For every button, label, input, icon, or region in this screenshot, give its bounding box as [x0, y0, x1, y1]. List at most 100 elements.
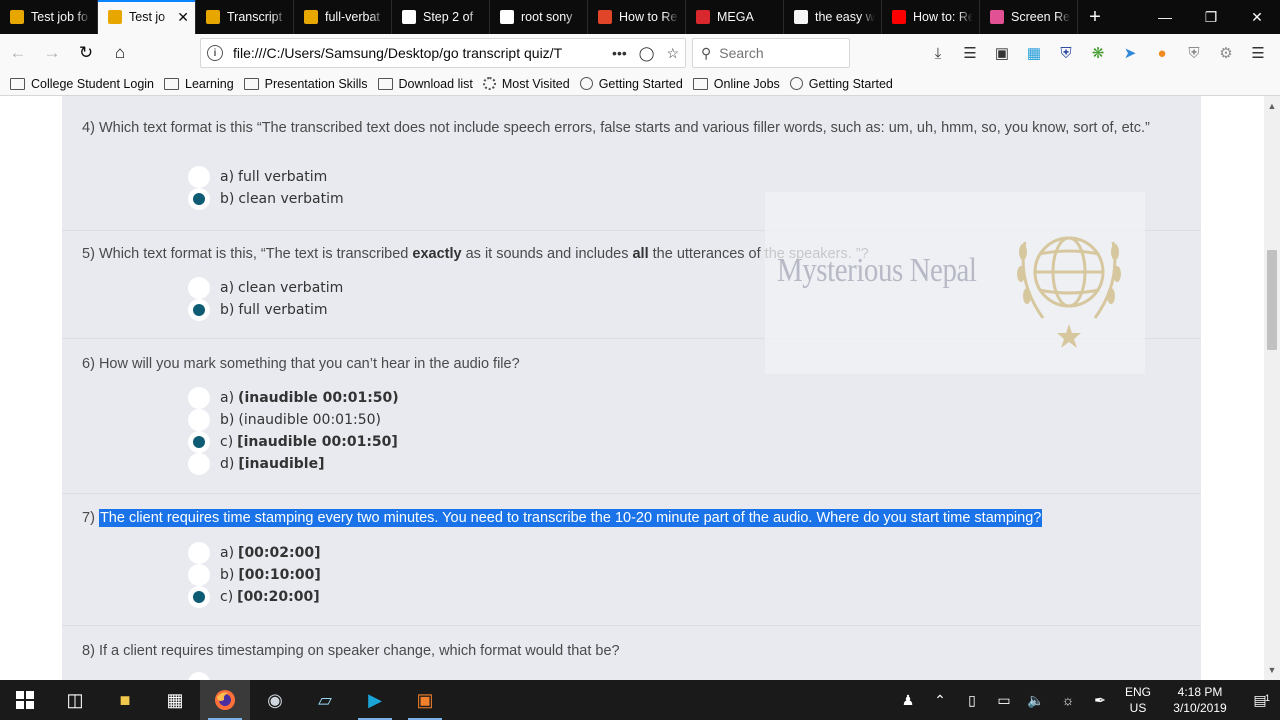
browser-tab[interactable]: How to Re	[588, 0, 686, 34]
browser-tab[interactable]: Test job fo	[0, 0, 98, 34]
radio-button[interactable]	[188, 564, 210, 586]
app-cd-icon[interactable]: ◉	[250, 680, 300, 720]
answer-option[interactable]: c) [00:20:00]	[188, 586, 320, 608]
usb-icon[interactable]: ▯	[956, 692, 988, 709]
address-bar[interactable]: i file:///C:/Users/Samsung/Desktop/go tr…	[200, 38, 686, 68]
scroll-down-icon[interactable]: ▼	[1264, 662, 1280, 678]
bird-extension-icon[interactable]: ➤	[1114, 44, 1146, 62]
radio-button[interactable]	[188, 453, 210, 475]
page-actions-icon[interactable]: •••	[612, 45, 627, 62]
notifications-icon[interactable]: ▤ 1	[1240, 692, 1280, 709]
calculator-icon[interactable]: ▦	[150, 680, 200, 720]
radio-button-selected[interactable]	[188, 586, 210, 608]
home-icon[interactable]: ⌂	[104, 37, 136, 69]
radio-button[interactable]	[188, 387, 210, 409]
answer-option[interactable]: b) full verbatim	[188, 299, 328, 321]
window-controls: — ❐ ✕	[1142, 0, 1280, 34]
radio-button[interactable]	[188, 166, 210, 188]
volume-icon[interactable]: 🔈	[1020, 692, 1052, 709]
radio-button[interactable]	[188, 542, 210, 564]
browser-tab[interactable]: the easy w	[784, 0, 882, 34]
selected-question-text[interactable]: The client requires time stamping every …	[98, 509, 1043, 527]
screen-recorder-icon[interactable]: ▶	[350, 680, 400, 720]
battery-icon[interactable]: ▭	[988, 692, 1020, 709]
start-icon[interactable]	[0, 680, 50, 720]
browser-tab[interactable]: Step 2 of	[392, 0, 490, 34]
answer-option[interactable]: d) [inaudible]	[188, 453, 324, 475]
close-tab-icon[interactable]: ✕	[177, 9, 189, 26]
firefox-icon[interactable]	[200, 680, 250, 720]
bookmark-item[interactable]: Download list	[377, 77, 473, 91]
bookmark-item[interactable]: Getting Started	[579, 77, 683, 91]
scrollbar-thumb[interactable]	[1267, 250, 1277, 350]
answer-option[interactable]: a) clean verbatim	[188, 277, 343, 299]
bookmark-item[interactable]: Learning	[164, 77, 234, 91]
browser-tab[interactable]: Transcript	[196, 0, 294, 34]
table-icon	[402, 10, 416, 24]
shield-extension-icon[interactable]: ⛨	[1050, 45, 1082, 62]
browser-tab[interactable]: Test jo ✕	[98, 0, 196, 34]
radio-button[interactable]	[188, 277, 210, 299]
bookmark-item[interactable]: Getting Started	[789, 77, 893, 91]
screenshot-extension-icon[interactable]: ▦	[1018, 44, 1050, 62]
vertical-scrollbar[interactable]: ▲ ▼	[1264, 96, 1280, 680]
clock[interactable]: 4:18 PM 3/10/2019	[1160, 684, 1240, 716]
pocket-icon[interactable]: ◯	[639, 45, 655, 62]
answer-option[interactable]: a) full verbatim	[188, 166, 327, 188]
restore-icon[interactable]: ❐	[1188, 0, 1234, 34]
show-hidden-icons[interactable]: ⌃	[924, 692, 956, 709]
browser-tab[interactable]: How to: Re	[882, 0, 980, 34]
bookmark-item[interactable]: Online Jobs	[692, 77, 780, 91]
xda-icon	[794, 10, 808, 24]
radio-button-selected[interactable]	[188, 431, 210, 453]
bug-extension-icon[interactable]: ❋	[1082, 44, 1114, 62]
close-window-icon[interactable]: ✕	[1234, 0, 1280, 34]
answer-option-partial[interactable]	[188, 672, 220, 680]
site-info-icon[interactable]: i	[207, 45, 223, 61]
option-letter: b)	[220, 191, 235, 207]
bookmark-item[interactable]: Most Visited	[482, 77, 570, 91]
answer-option[interactable]: a) [00:02:00]	[188, 542, 321, 564]
task-view-icon[interactable]: ◫	[50, 680, 100, 720]
library-icon[interactable]: ☰	[954, 44, 986, 62]
orange-extension-icon[interactable]: ●	[1146, 45, 1178, 62]
bookmark-item[interactable]: Presentation Skills	[243, 77, 368, 91]
minimize-icon[interactable]: —	[1142, 0, 1188, 34]
answer-option[interactable]: b) clean verbatim	[188, 188, 344, 210]
browser-tab[interactable]: Screen Re	[980, 0, 1078, 34]
bookmark-item[interactable]: College Student Login	[10, 77, 154, 91]
scroll-up-icon[interactable]: ▲	[1264, 98, 1280, 114]
notepad-icon[interactable]: ▱	[300, 680, 350, 720]
folder-icon	[164, 77, 180, 90]
browser-tab[interactable]: MEGA	[686, 0, 784, 34]
browser-tab[interactable]: root sony	[490, 0, 588, 34]
language-indicator[interactable]: ENG US	[1116, 684, 1160, 716]
sidebar-icon[interactable]: ▣	[986, 44, 1018, 62]
bookmark-star-icon[interactable]: ☆	[666, 45, 679, 62]
answer-option[interactable]: b) (inaudible 00:01:50)	[188, 409, 381, 431]
file-explorer-icon[interactable]: ■	[100, 680, 150, 720]
sync-extension-icon[interactable]: ⚙	[1210, 44, 1242, 62]
answer-option[interactable]: b) [00:10:00]	[188, 564, 321, 586]
radio-button[interactable]	[188, 672, 210, 680]
menu-icon[interactable]: ☰	[1242, 44, 1274, 62]
browser-tab[interactable]: full-verbat	[294, 0, 392, 34]
orange-app-icon[interactable]: ▣	[400, 680, 450, 720]
privacy-shield-icon[interactable]: ⛨	[1178, 45, 1210, 62]
reload-icon[interactable]: ↻	[70, 37, 102, 69]
option-value: [00:20:00]	[237, 589, 320, 605]
radio-button[interactable]	[188, 409, 210, 431]
answer-option[interactable]: c) [inaudible 00:01:50]	[188, 431, 398, 453]
search-input[interactable]: ⚲ Search	[692, 38, 850, 68]
pen-icon[interactable]: ✒	[1084, 692, 1116, 709]
downloads-icon[interactable]: ⤓	[922, 45, 954, 62]
url-text[interactable]: file:///C:/Users/Samsung/Desktop/go tran…	[233, 45, 612, 61]
wifi-icon[interactable]: ☼	[1052, 692, 1084, 708]
radio-button-selected[interactable]	[188, 188, 210, 210]
answer-option[interactable]: a) (inaudible 00:01:50)	[188, 387, 399, 409]
people-icon[interactable]: ♟	[892, 692, 924, 709]
back-icon[interactable]: ←	[2, 37, 34, 69]
forward-icon[interactable]: →	[36, 37, 68, 69]
radio-button-selected[interactable]	[188, 299, 210, 321]
new-tab-button[interactable]: +	[1078, 0, 1112, 34]
